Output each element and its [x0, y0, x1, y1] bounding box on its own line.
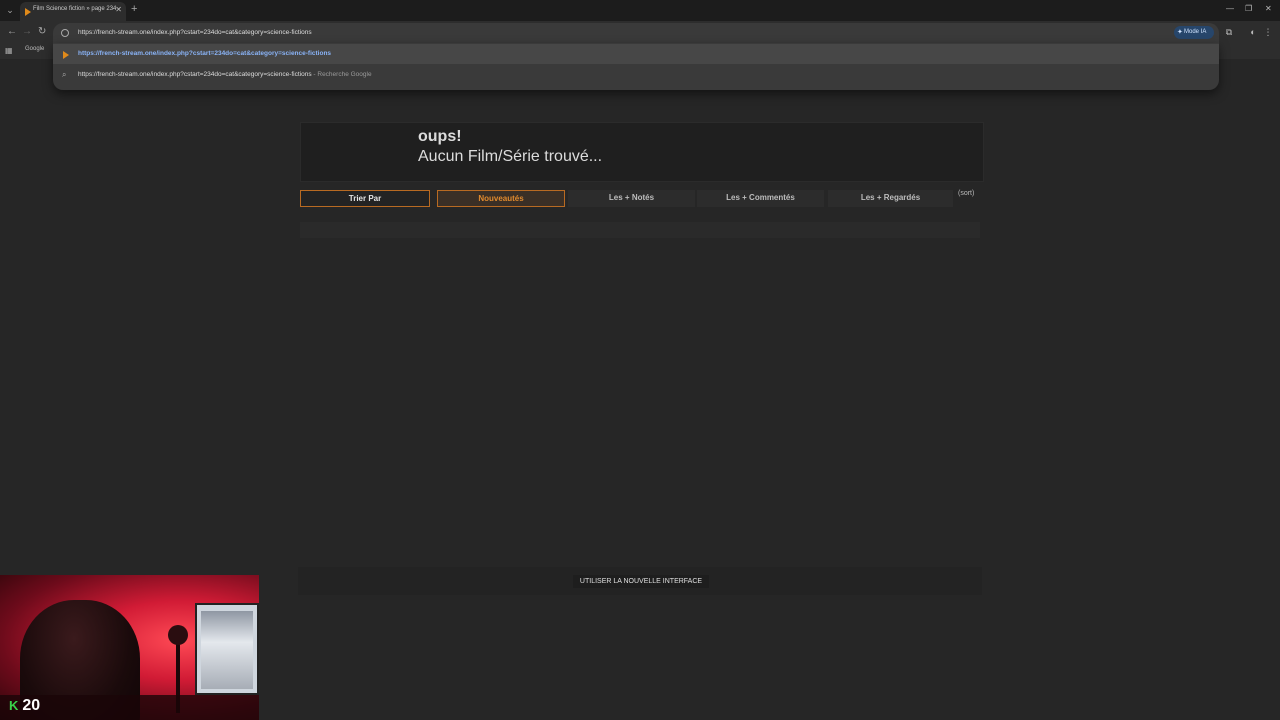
suggestion-item[interactable]: ⌕ https://french-stream.one/index.php?cs…: [53, 65, 1219, 85]
address-bar[interactable]: https://french-stream.one/index.php?csta…: [53, 23, 1219, 44]
active-tab[interactable]: Film Science fiction » page 234 ✕: [20, 2, 126, 21]
suggestion-text: https://french-stream.one/index.php?csta…: [78, 50, 332, 57]
viewer-counter: K 20: [9, 697, 40, 715]
site-favicon-icon: [63, 51, 69, 59]
site-info-icon[interactable]: [61, 29, 69, 37]
window-close-icon[interactable]: ✕: [1265, 4, 1272, 13]
minimize-icon[interactable]: —: [1226, 4, 1234, 13]
sort-label: (sort): [958, 190, 975, 197]
sort-most-commented-button[interactable]: Les + Commentés: [697, 190, 824, 207]
tab-close-icon[interactable]: ✕: [115, 5, 122, 14]
mode-ia-label: Mode IA: [1184, 29, 1207, 35]
no-results-message: Aucun Film/Série trouvé...: [418, 148, 603, 165]
extensions-icon[interactable]: ⧉: [1224, 27, 1234, 37]
reload-icon[interactable]: ↻: [38, 26, 46, 37]
suggestion-sub: - Recherche Google: [311, 71, 372, 78]
microphone-icon: [168, 625, 188, 645]
tab-strip: ⌄ Film Science fiction » page 234 ✕ + — …: [0, 0, 1280, 21]
forward-icon[interactable]: →: [22, 26, 32, 37]
kick-logo-icon: K: [9, 698, 19, 713]
tab-search-icon[interactable]: ⌄: [3, 3, 17, 17]
address-input[interactable]: https://french-stream.one/index.php?csta…: [78, 29, 312, 36]
background-monitor: [195, 603, 259, 695]
search-icon: ⌕: [62, 70, 67, 79]
site-favicon-icon: [25, 8, 31, 16]
sort-top-rated-button[interactable]: Les + Notés: [568, 190, 695, 207]
content-strip: [300, 222, 980, 238]
new-tab-icon[interactable]: +: [131, 3, 137, 15]
back-icon[interactable]: ←: [7, 26, 17, 37]
menu-icon[interactable]: ⋮: [1263, 27, 1273, 37]
no-results-panel: [300, 122, 984, 182]
sort-most-viewed-button[interactable]: Les + Regardés: [828, 190, 953, 207]
sort-by-button[interactable]: Trier Par: [300, 190, 430, 207]
tab-title: Film Science fiction » page 234: [33, 6, 117, 12]
profile-icon[interactable]: ◐: [1248, 27, 1258, 37]
counter-value: 20: [22, 697, 41, 714]
apps-icon[interactable]: ▦: [5, 46, 13, 55]
suggestion-item[interactable]: https://french-stream.one/index.php?csta…: [53, 44, 1219, 64]
oops-title: oups!: [418, 128, 462, 145]
omnibox-dropdown: https://french-stream.one/index.php?csta…: [53, 43, 1219, 90]
bookmark-google[interactable]: Google: [25, 46, 44, 52]
sparkle-icon: ✦: [1177, 29, 1183, 36]
browser-toolbar: ← → ↻ https://french-stream.one/index.ph…: [0, 21, 1280, 45]
mode-ia-button[interactable]: ✦ Mode IA: [1174, 26, 1214, 39]
sort-newest-button[interactable]: Nouveautés: [437, 190, 565, 207]
restore-icon[interactable]: ❐: [1245, 4, 1252, 13]
suggestion-text: https://french-stream.one/index.php?csta…: [78, 71, 312, 78]
new-interface-button[interactable]: UTILISER LA NOUVELLE INTERFACE: [573, 575, 709, 588]
